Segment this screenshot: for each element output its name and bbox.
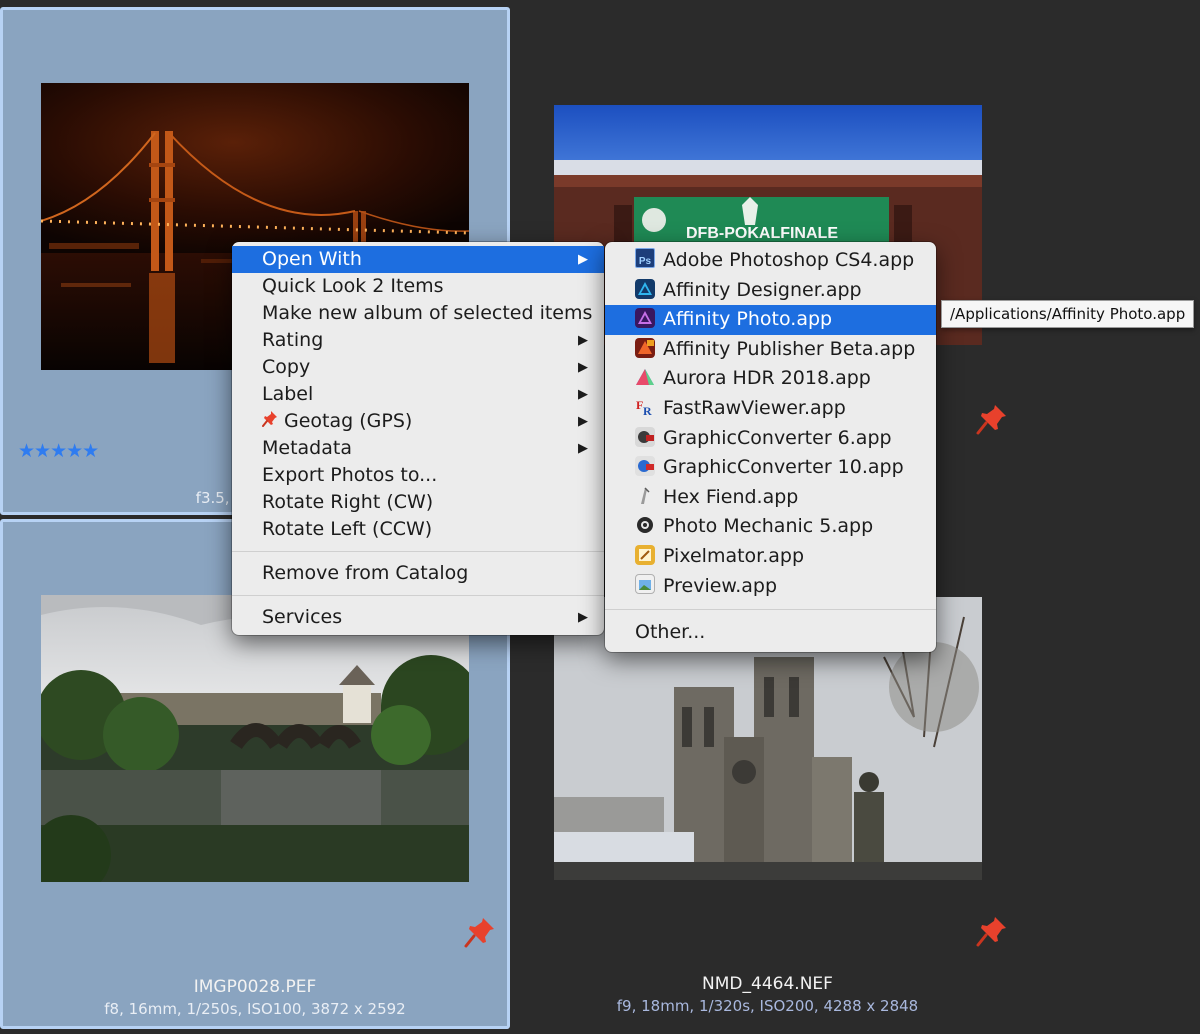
menu-item-rating[interactable]: Rating ▶ bbox=[232, 327, 604, 354]
tooltip: /Applications/Affinity Photo.app bbox=[941, 300, 1195, 328]
app-label: Affinity Publisher Beta.app bbox=[663, 337, 916, 360]
pixelmator-icon bbox=[635, 544, 655, 565]
app-label: Photo Mechanic 5.app bbox=[663, 515, 874, 538]
app-label: Adobe Photoshop CS4.app bbox=[663, 249, 915, 271]
app-item-affinity-designer[interactable]: Affinity Designer.app bbox=[605, 276, 936, 306]
submenu-arrow-icon: ▶ bbox=[578, 387, 588, 402]
submenu-arrow-icon: ▶ bbox=[578, 610, 588, 625]
pin-icon[interactable] bbox=[975, 402, 1009, 436]
app-label: GraphicConverter 6.app bbox=[663, 426, 892, 449]
affinity-photo-icon bbox=[635, 308, 655, 329]
affinity-publisher-icon bbox=[635, 337, 655, 358]
menu-item-copy[interactable]: Copy ▶ bbox=[232, 354, 604, 381]
photoshop-icon: Ps bbox=[635, 248, 655, 268]
app-item-preview[interactable]: Preview.app bbox=[605, 572, 936, 602]
app-item-aurora-hdr[interactable]: Aurora HDR 2018.app bbox=[605, 364, 936, 394]
affinity-designer-icon bbox=[635, 278, 655, 299]
pin-icon bbox=[262, 411, 277, 427]
graphicconverter-icon bbox=[635, 456, 655, 477]
menu-item-export[interactable]: Export Photos to... bbox=[232, 462, 604, 489]
menu-item-geotag[interactable]: Geotag (GPS) ▶ bbox=[232, 408, 604, 435]
menu-item-label: Copy bbox=[262, 356, 311, 378]
menu-item-label: Make new album of selected items bbox=[262, 302, 593, 324]
app-label: FastRawViewer.app bbox=[663, 396, 846, 419]
menu-item-label: Rating bbox=[262, 329, 324, 351]
app-item-affinity-publisher[interactable]: Affinity Publisher Beta.app bbox=[605, 335, 936, 365]
photo-filename: NMD_4464.NEF bbox=[702, 974, 833, 994]
app-label: Hex Fiend.app bbox=[663, 485, 799, 508]
graphicconverter-icon bbox=[635, 426, 655, 447]
menu-item-label: Remove from Catalog bbox=[262, 562, 469, 584]
menu-item-label: Quick Look 2 Items bbox=[262, 275, 444, 297]
app-item-hex-fiend[interactable]: Hex Fiend.app bbox=[605, 483, 936, 513]
menu-item-label: Geotag (GPS) bbox=[284, 410, 413, 432]
menu-item-label: Open With bbox=[262, 248, 362, 270]
photo-thumbnail-bridge[interactable] bbox=[41, 595, 469, 882]
app-item-graphicconverter-10[interactable]: GraphicConverter 10.app bbox=[605, 453, 936, 483]
pin-icon[interactable] bbox=[975, 914, 1009, 948]
menu-item-label-text: Label bbox=[262, 383, 314, 405]
app-item-pixelmator[interactable]: Pixelmator.app bbox=[605, 542, 936, 572]
menu-item-label: Export Photos to... bbox=[262, 464, 438, 486]
app-item-affinity-photo[interactable]: Affinity Photo.app bbox=[605, 305, 936, 335]
submenu-arrow-icon: ▶ bbox=[578, 414, 588, 429]
hex-fiend-icon bbox=[635, 486, 655, 506]
submenu-arrow-icon: ▶ bbox=[578, 441, 588, 456]
app-item-fastrawviewer[interactable]: F R FastRawViewer.app bbox=[605, 394, 936, 424]
menu-item-metadata[interactable]: Metadata ▶ bbox=[232, 435, 604, 462]
submenu-arrow-icon: ▶ bbox=[578, 252, 588, 267]
menu-item-label[interactable]: Label ▶ bbox=[232, 381, 604, 408]
menu-item-quick-look[interactable]: Quick Look 2 Items bbox=[232, 273, 604, 300]
app-label: Aurora HDR 2018.app bbox=[663, 367, 871, 390]
photo-mechanic-icon bbox=[635, 515, 655, 535]
pin-icon[interactable] bbox=[463, 915, 497, 949]
submenu-arrow-icon: ▶ bbox=[578, 360, 588, 375]
menu-separator bbox=[605, 609, 936, 611]
menu-separator bbox=[232, 551, 604, 552]
menu-item-label: Metadata bbox=[262, 437, 352, 459]
menu-item-open-with[interactable]: Open With ▶ bbox=[232, 246, 604, 273]
app-label: Affinity Photo.app bbox=[663, 308, 833, 331]
menu-item-services[interactable]: Services ▶ bbox=[232, 604, 604, 631]
open-with-submenu: Ps Adobe Photoshop CS4.app Affinity Desig… bbox=[605, 242, 936, 652]
menu-item-label: Services bbox=[262, 606, 343, 628]
submenu-arrow-icon: ▶ bbox=[578, 333, 588, 348]
photo-exif: f8, 16mm, 1/250s, ISO100, 3872 x 2592 bbox=[104, 1000, 406, 1018]
app-label: Preview.app bbox=[663, 574, 778, 597]
menu-item-make-album[interactable]: Make new album of selected items bbox=[232, 300, 604, 327]
photo-exif: f9, 18mm, 1/320s, ISO200, 4288 x 2848 bbox=[616, 997, 919, 1015]
fastrawviewer-icon: FR bbox=[635, 397, 655, 418]
menu-item-label: Other... bbox=[635, 621, 706, 644]
app-item-graphicconverter-6[interactable]: GraphicConverter 6.app bbox=[605, 424, 936, 454]
context-menu: Open With ▶ Quick Look 2 Items Make new a… bbox=[232, 242, 604, 635]
app-label: GraphicConverter 10.app bbox=[663, 456, 904, 479]
banner-text: DFB-POKALFINALE bbox=[686, 225, 838, 242]
menu-item-remove-from-catalog[interactable]: Remove from Catalog bbox=[232, 560, 604, 587]
app-label: Affinity Designer.app bbox=[663, 278, 862, 301]
svg-text:Ps: Ps bbox=[639, 256, 652, 267]
svg-text:R: R bbox=[643, 404, 652, 417]
menu-item-rotate-right[interactable]: Rotate Right (CW) bbox=[232, 489, 604, 516]
rating-stars[interactable]: ★★★★★ bbox=[18, 440, 99, 462]
menu-item-other[interactable]: Other... bbox=[605, 618, 936, 648]
menu-item-label: Rotate Right (CW) bbox=[262, 491, 434, 513]
app-label: Pixelmator.app bbox=[663, 544, 805, 567]
menu-item-label: Rotate Left (CCW) bbox=[262, 518, 433, 540]
menu-item-rotate-left[interactable]: Rotate Left (CCW) bbox=[232, 516, 604, 543]
app-item-photo-mechanic[interactable]: Photo Mechanic 5.app bbox=[605, 512, 936, 542]
photo-filename: IMGP0028.PEF bbox=[193, 977, 317, 997]
preview-icon bbox=[635, 573, 655, 594]
app-item-photoshop[interactable]: Ps Adobe Photoshop CS4.app bbox=[605, 246, 936, 276]
aurora-hdr-icon bbox=[635, 367, 655, 387]
menu-separator bbox=[232, 595, 604, 596]
